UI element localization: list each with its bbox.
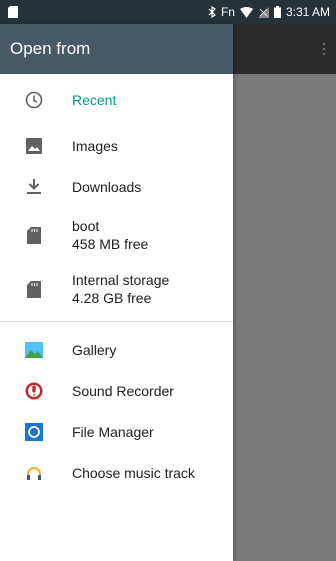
drawer-header: Open from — [0, 24, 233, 74]
fn-indicator: Fn — [220, 5, 235, 19]
root-item-recent[interactable]: Recent — [0, 74, 233, 126]
app-item-choose-music-track[interactable]: Choose music track — [0, 452, 233, 494]
navigation-drawer: Open from Recent Images Downloads boot 4… — [0, 24, 233, 561]
bluetooth-icon — [208, 6, 216, 18]
app-item-file-manager[interactable]: File Manager — [0, 412, 233, 452]
file-manager-icon — [25, 423, 43, 441]
app-item-label: Gallery — [72, 342, 117, 358]
root-item-internal-storage[interactable]: Internal storage 4.28 GB free — [0, 262, 233, 316]
app-bar — [233, 24, 336, 74]
app-item-label: File Manager — [72, 424, 154, 440]
signal-icon — [257, 6, 269, 18]
root-item-label: Downloads — [72, 179, 142, 195]
sd-card-icon — [25, 280, 43, 298]
app-item-gallery[interactable]: Gallery — [0, 330, 233, 370]
wifi-icon — [239, 6, 253, 18]
app-item-label: Choose music track — [72, 465, 195, 481]
app-item-sound-recorder[interactable]: Sound Recorder — [0, 370, 233, 412]
gallery-icon — [25, 341, 43, 359]
storage-name: Internal storage — [72, 272, 170, 288]
status-bar: Fn 3:31 AM — [0, 0, 336, 24]
app-item-label: Sound Recorder — [72, 383, 174, 399]
sound-recorder-icon — [25, 382, 43, 400]
root-item-label: Images — [72, 138, 118, 154]
drawer-title: Open from — [10, 39, 91, 58]
storage-free: 458 MB free — [72, 236, 149, 252]
root-item-downloads[interactable]: Downloads — [0, 166, 233, 208]
headphones-icon — [25, 464, 43, 482]
root-item-boot[interactable]: boot 458 MB free — [0, 208, 233, 262]
clock-icon — [25, 91, 43, 109]
section-divider — [0, 321, 233, 322]
root-item-images[interactable]: Images — [0, 126, 233, 166]
battery-icon — [273, 6, 281, 18]
storage-free: 4.28 GB free — [72, 290, 152, 306]
root-item-label: Internal storage 4.28 GB free — [72, 271, 169, 307]
root-item-label: Recent — [72, 92, 117, 108]
root-item-label: boot 458 MB free — [72, 217, 148, 253]
storage-name: boot — [72, 218, 100, 234]
image-icon — [25, 137, 43, 155]
overflow-menu-icon[interactable] — [322, 42, 326, 56]
sd-card-icon — [25, 226, 43, 244]
sim-card-icon — [8, 6, 18, 18]
clock-time: 3:31 AM — [285, 5, 330, 19]
download-icon — [25, 178, 43, 196]
